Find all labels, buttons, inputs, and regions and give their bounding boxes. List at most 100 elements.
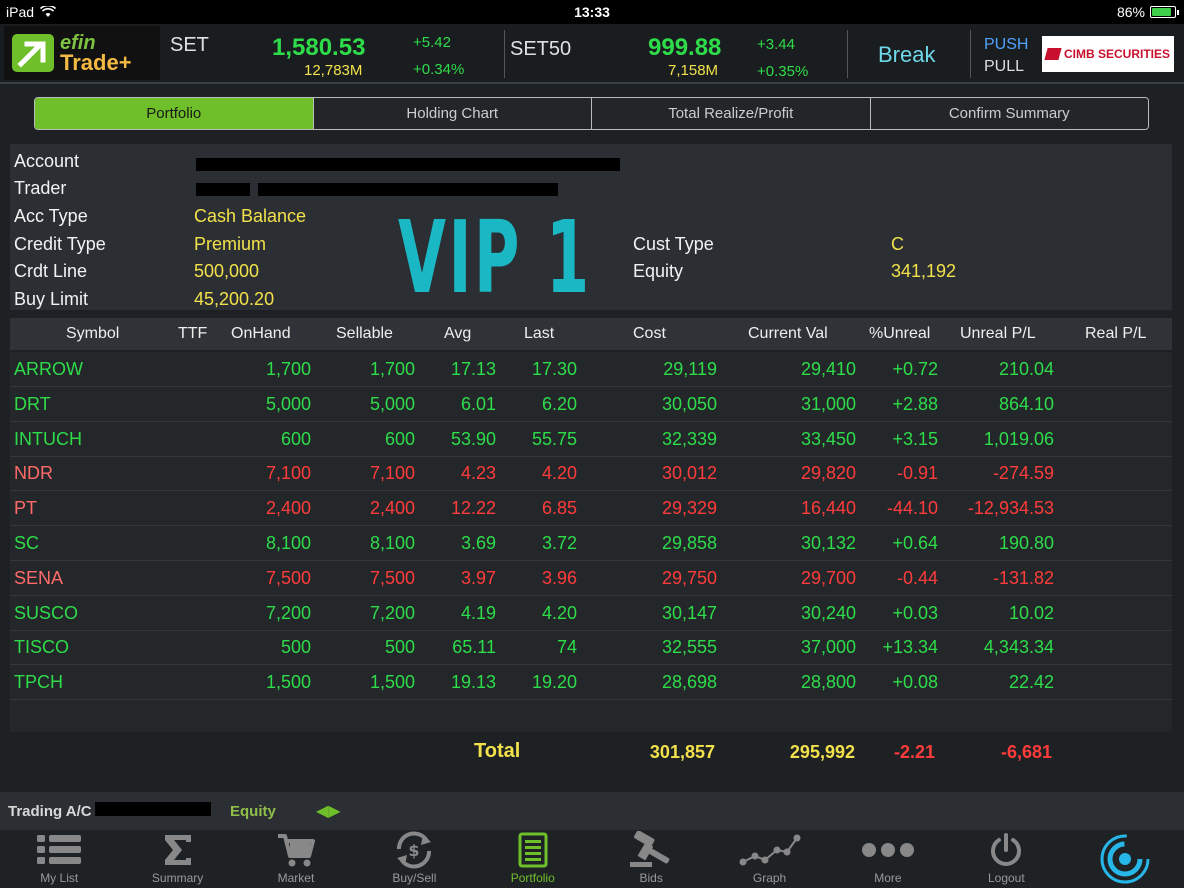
cell-sellable: 5,000 <box>369 393 415 414</box>
equity-value: 341,192 <box>891 261 957 281</box>
table-row[interactable]: NDR 7,100 7,100 4.23 4.20 30,012 29,820 -0.91 -2… <box>10 456 1172 492</box>
cell-sellable: 7,100 <box>369 463 415 484</box>
cell-avg: 3.97 <box>460 567 496 588</box>
set50-index-name[interactable]: SET50 <box>510 38 571 61</box>
table-row[interactable]: TISCO 500 500 65.11 74 32,555 37,000 +13.34 4,34… <box>10 630 1172 666</box>
cell-current-val: 29,410 <box>800 359 856 379</box>
cell-symbol[interactable]: ARROW <box>14 359 83 380</box>
buysell-icon: $ <box>355 830 473 870</box>
table-row[interactable]: SC 8,100 8,100 3.69 3.72 29,858 30,132 +0.64 190… <box>10 526 1172 561</box>
gavel-icon <box>592 830 710 870</box>
col-current-val[interactable]: Current Val <box>748 325 828 343</box>
app-logo: efin Trade+ <box>4 26 160 80</box>
col-real-pl[interactable]: Real P/L <box>1085 325 1146 343</box>
table-row[interactable]: SENA 7,500 7,500 3.97 3.96 29,750 29,700 -0.44 -… <box>10 561 1172 596</box>
acc-type-value: Cash Balance <box>194 206 307 226</box>
cell-symbol[interactable]: SUSCO <box>14 603 78 624</box>
cell-sellable: 7,500 <box>369 567 415 588</box>
cell-symbol[interactable]: SENA <box>14 568 63 589</box>
account-switch-arrows[interactable]: ◀▶ <box>316 801 341 821</box>
cell-unreal-pl: 22.42 <box>1008 672 1054 693</box>
col-cost[interactable]: Cost <box>633 325 666 343</box>
cell-pct-unreal: -0.44 <box>896 567 938 588</box>
cell-current-val: 30,240 <box>800 602 856 623</box>
nav-refresh[interactable] <box>1066 830 1184 888</box>
crdt-line-label: Crdt Line <box>14 261 88 281</box>
tab-total-realize-profit[interactable]: Total Realize/Profit <box>592 98 871 129</box>
table-row[interactable]: SUSCO 7,200 7,200 4.19 4.20 30,147 30,240 +0.03… <box>10 596 1172 631</box>
total-pct-unreal: -2.21 <box>893 742 935 762</box>
cell-symbol[interactable]: NDR <box>14 463 53 484</box>
push-label[interactable]: PUSH <box>984 34 1028 56</box>
nav-graph[interactable]: Graph <box>710 830 828 888</box>
trading-equity-label: Equity <box>230 803 276 820</box>
cell-onhand: 500 <box>280 637 311 658</box>
cell-onhand: 8,100 <box>265 533 311 553</box>
table-row[interactable]: TPCH 1,500 1,500 19.13 19.20 28,698 28,800 +0.0… <box>10 665 1172 701</box>
cell-symbol[interactable]: INTUCH <box>14 429 82 450</box>
set50-index-value: 999.88 <box>648 34 722 61</box>
nav-summary[interactable]: Summary <box>118 830 236 888</box>
push-pull-toggle[interactable]: PUSH PULL <box>984 34 1028 78</box>
nav-portfolio[interactable]: Portfolio <box>474 830 592 888</box>
nav-market[interactable]: Market <box>237 830 355 888</box>
cell-symbol[interactable]: DRT <box>14 394 51 415</box>
table-row[interactable]: DRT 5,000 5,000 6.01 6.20 30,050 31,000 +2.88 86… <box>10 387 1172 422</box>
cust-type-label: Cust Type <box>633 234 714 254</box>
cell-symbol[interactable]: TISCO <box>14 637 69 658</box>
crdt-line-value: 500,000 <box>194 261 260 281</box>
table-row[interactable]: ARROW 1,700 1,700 17.13 17.30 29,119 29,410 +0.… <box>10 352 1172 387</box>
cell-last: 6.85 <box>541 498 577 519</box>
cell-cost: 30,050 <box>661 393 717 414</box>
col-ttf[interactable]: TTF <box>178 325 207 343</box>
holdings-table-header: Symbol TTF OnHand Sellable Avg Last Cost… <box>10 318 1172 350</box>
col-unreal-pl[interactable]: Unreal P/L <box>960 325 1036 343</box>
tab-confirm-summary[interactable]: Confirm Summary <box>870 98 1148 129</box>
header-divider <box>970 30 971 78</box>
cell-cost: 28,698 <box>661 672 717 693</box>
col-last[interactable]: Last <box>524 325 554 343</box>
redacted-trading-account[interactable] <box>95 802 211 816</box>
cell-onhand: 7,200 <box>265 602 311 623</box>
nav-logout[interactable]: Logout <box>947 830 1065 888</box>
col-pct-unreal[interactable]: %Unreal <box>869 325 930 343</box>
col-avg[interactable]: Avg <box>444 325 471 343</box>
pull-label[interactable]: PULL <box>984 56 1028 78</box>
graph-icon <box>710 830 828 870</box>
cell-symbol[interactable]: PT <box>14 498 37 519</box>
cell-pct-unreal: +2.88 <box>892 393 938 414</box>
cust-type-value: C <box>891 234 904 254</box>
table-row[interactable]: INTUCH 600 600 53.90 55.75 32,339 33,450 +3.15 1… <box>10 422 1172 457</box>
col-onhand[interactable]: OnHand <box>231 325 291 343</box>
set50-index-volume: 7,158M <box>668 62 719 79</box>
set50-index-change-pct: +0.35% <box>757 63 809 80</box>
cell-symbol[interactable]: TPCH <box>14 672 63 693</box>
cell-avg: 12.22 <box>450 498 496 519</box>
cell-sellable: 500 <box>384 637 415 658</box>
cell-cost: 30,012 <box>661 463 717 484</box>
cell-unreal-pl: -12,934.53 <box>967 498 1054 519</box>
col-sellable[interactable]: Sellable <box>336 325 393 343</box>
set-index-name[interactable]: SET <box>170 34 209 57</box>
table-row[interactable]: PT 2,400 2,400 12.22 6.85 29,329 16,440 -44.10 -… <box>10 491 1172 527</box>
nav-my-list[interactable]: My List <box>0 830 118 888</box>
nav-buy-sell[interactable]: $ Buy/Sell <box>355 830 473 888</box>
set-index-volume: 12,783M <box>304 62 363 79</box>
cimb-logo-icon <box>1044 48 1062 60</box>
nav-more[interactable]: More <box>829 830 947 888</box>
col-symbol[interactable]: Symbol <box>66 325 119 343</box>
broker-name: CIMB SECURITIES <box>1063 47 1170 61</box>
cell-unreal-pl: 4,343.34 <box>983 637 1054 658</box>
cell-unreal-pl: 10.02 <box>1008 602 1054 623</box>
set-index-change-pct: +0.34% <box>413 61 465 78</box>
tab-portfolio[interactable]: Portfolio <box>35 98 314 129</box>
equity-label: Equity <box>633 261 684 281</box>
cell-symbol[interactable]: SC <box>14 533 39 554</box>
cell-unreal-pl: -274.59 <box>992 463 1054 484</box>
cell-last: 74 <box>556 637 577 658</box>
redacted-trader-name <box>258 183 558 196</box>
cell-last: 19.20 <box>531 672 577 693</box>
nav-bids[interactable]: Bids <box>592 830 710 888</box>
tab-holding-chart[interactable]: Holding Chart <box>313 98 592 129</box>
list-icon <box>0 830 118 870</box>
